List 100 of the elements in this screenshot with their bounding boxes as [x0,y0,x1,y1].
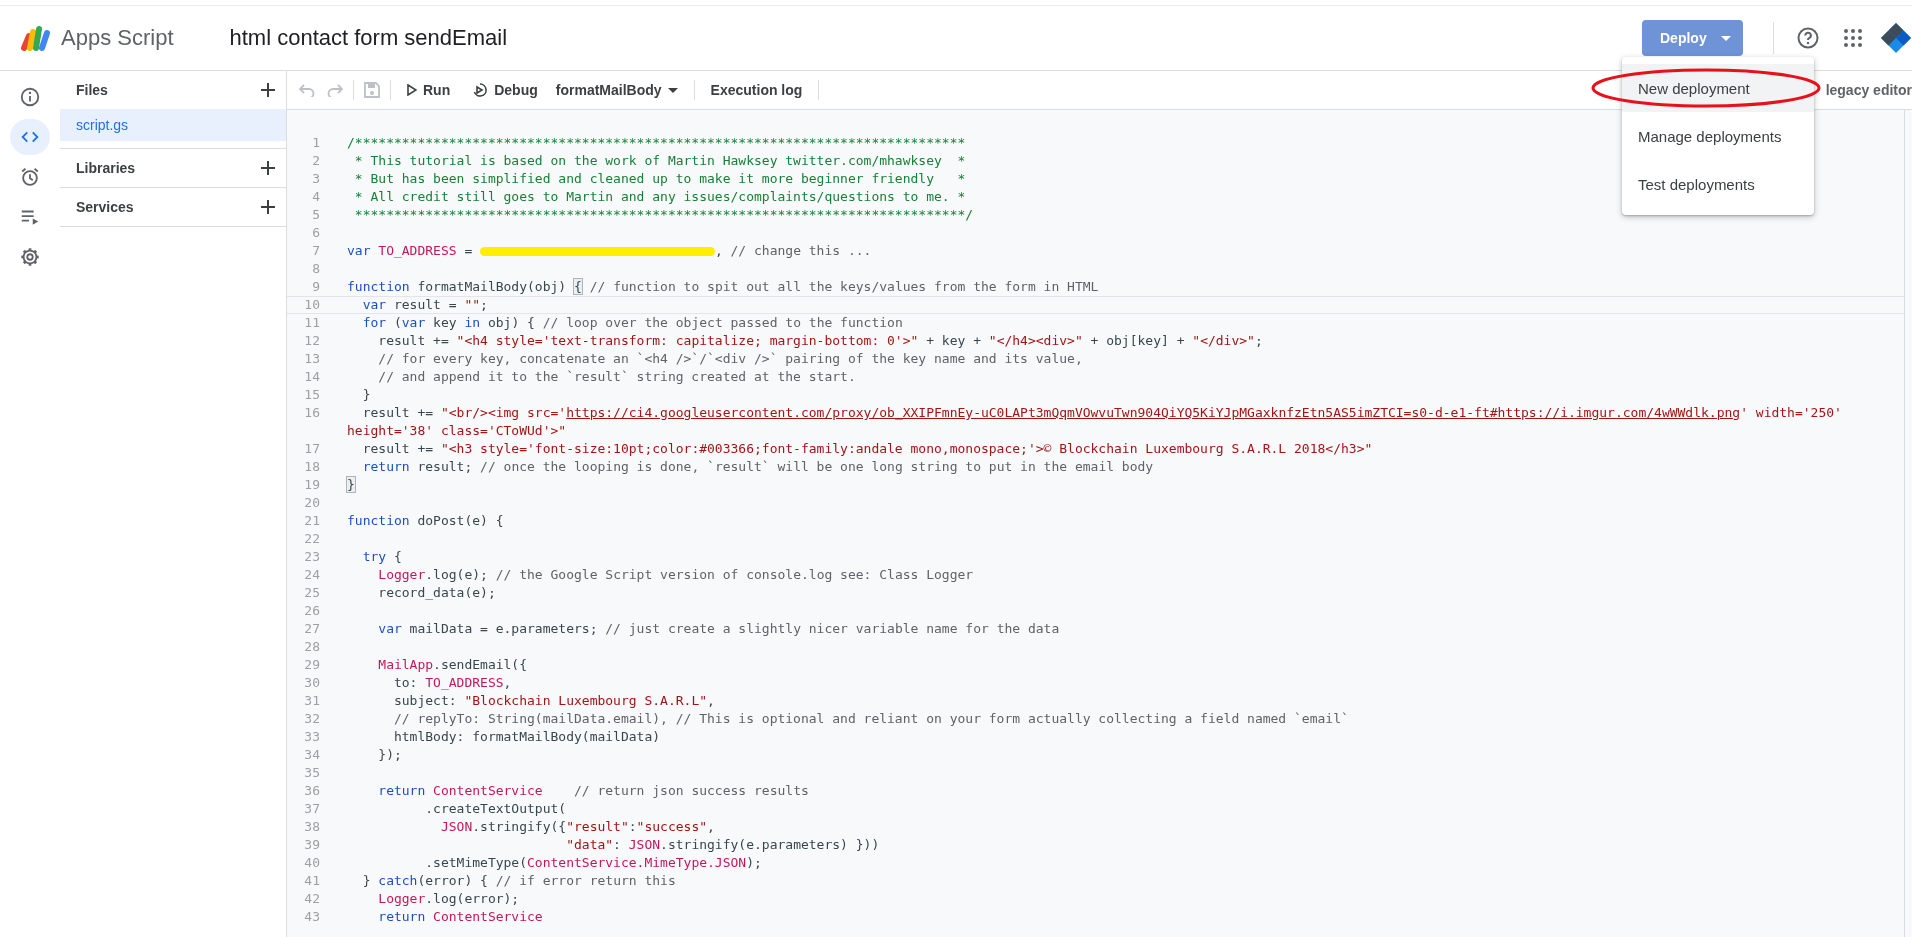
file-item[interactable]: script.gs [60,109,286,141]
line-number: 23 [303,548,321,566]
info-icon [19,86,41,108]
line-number: 31 [303,692,321,710]
run-button[interactable]: Run [401,78,457,102]
line-number: 32 [303,710,321,728]
line-number: 28 [303,638,321,656]
code-line: for (var key in obj) { // loop over the object passed to the function [361,314,903,332]
execution-log-button[interactable]: Execution log [704,78,809,102]
code-line: JSON.stringify({"result":"success", [439,818,715,836]
caret-icon [667,87,678,93]
line-number: 6 [311,224,321,242]
line-number: 27 [303,620,321,638]
code-line: .createTextOutput( [424,800,567,818]
code-line: "data": JSON.stringify(e.parameters) })) [565,836,880,854]
code-line: function doPost(e) { [347,512,504,530]
line-number: 7 [311,242,321,260]
line-number: 12 [303,332,321,350]
code-line: subject: "Blockchain Luxembourg S.A.R.L", [392,692,715,710]
line-number: 14 [303,368,321,386]
line-number: 4 [311,188,321,206]
code-line: // and append it to the `result` string created at the start. [377,368,856,386]
menu-item[interactable]: Test deployments [1622,160,1814,208]
code-line: * But has been simplified and cleaned up to make it more beginner friendly * [353,170,966,188]
line-number: 21 [303,512,321,530]
line-number: 39 [303,836,321,854]
code-line: /****************************************************************************** [347,134,966,152]
line-number: 9 [311,278,321,296]
legacy-editor-link[interactable]: legacy editor [1825,82,1912,98]
line-number: 33 [303,728,321,746]
section-title: Files [76,82,108,98]
caret-icon [1720,35,1731,41]
code-line: }); [377,746,402,764]
code-line: * This tutorial is based on the work of Martin Hawksey twitter.com/mhawksey * [353,152,966,170]
plus-icon[interactable] [260,160,276,176]
plus-icon[interactable] [260,82,276,98]
apps-grid-icon[interactable] [1844,29,1862,47]
line-number: 41 [303,872,321,890]
line-number: 5 [311,206,321,224]
help-icon[interactable] [1796,26,1820,50]
line-number: 37 [303,800,321,818]
line-number: 16 [303,404,321,422]
line-number: 22 [303,530,321,548]
code-line: to: TO_ADDRESS, [392,674,512,692]
line-number: 15 [303,386,321,404]
plus-icon[interactable] [260,199,276,215]
line-number: 35 [303,764,321,782]
apps-script-logo-icon [20,24,52,52]
code-line: record_data(e); [377,584,496,602]
code-line: try { [361,548,402,566]
code-line: // for every key, concatenate an `<h4 />`/`<div />` pairing of the key name and its value, [377,350,1083,368]
line-number: 13 [303,350,321,368]
line-number: 42 [303,890,321,908]
line-number: 36 [303,782,321,800]
code-line: function formatMailBody(obj) { // function to spit out all the keys/values from the form in HTML [347,278,1099,296]
line-number: 11 [303,314,321,332]
line-number: 20 [303,494,321,512]
code-line: var TO_ADDRESS = , // change this ... [347,242,872,260]
code-line: ******************************************************************************/ [353,206,974,224]
play-icon [407,84,417,96]
line-number: 25 [303,584,321,602]
code-line: result += "<h4 style='text-transform: capitalize; margin-bottom: 0'>" + key + "</h4><div>" + obj[key] + "</div>"; [377,332,1263,350]
code-line: } catch(error) { // if error return this [361,872,676,890]
code-line: htmlBody: formatMailBody(mailData) [392,728,661,746]
code-line: var mailData = e.parameters; // just create a slightly nicer variable name for the data [377,620,1060,638]
diamond-logo-icon[interactable] [1880,22,1912,54]
function-dropdown[interactable]: formatMailBody [549,78,684,102]
section-title: Services [76,199,134,215]
debug-icon [472,82,489,98]
project-title[interactable]: html contact form sendEmail [229,25,508,51]
line-number: 19 [303,476,321,494]
line-number: 40 [303,854,321,872]
code-line: } [361,386,371,404]
code-line: var result = ""; [361,296,488,314]
section-title: Libraries [76,160,136,176]
code-line: * All credit still goes to Martin and any issues/complaints/questions to me. * [353,188,966,206]
code-line: Logger.log(error); [377,890,520,908]
debug-button[interactable]: Debug [466,78,544,102]
line-number: 43 [303,908,321,926]
line-number: 24 [303,566,321,584]
line-number: 3 [311,170,321,188]
line-number: 34 [303,746,321,764]
code-line: return result; // once the looping is done, `result` will be one long string to put in the email body [361,458,1154,476]
code-line: result += "<h3 style='font-size:10pt;color:#003366;font-family:andale mono,monospace;'>© Blockchain Luxembourg S.A.R.L 2018</h3>" [361,440,1373,458]
code-link[interactable]: https://ci4.googleusercontent.com/proxy/ob_XXIPFmnEy-uC0LAPt3mQqmVOwvuTwn904QiYQ5KiYJpMGaxknfzEtn5AS5imZTCI=s0-d-e1-ft#https://i.imgur.com/4wWWdlk.png [566,405,1741,420]
alarm-clock-icon [19,166,41,188]
settings-icon [19,246,41,268]
line-number: 17 [303,440,321,458]
line-number: 29 [303,656,321,674]
line-number: 10 [303,296,321,314]
code-line: return ContentService // return json success results [377,782,809,800]
line-number: 30 [303,674,321,692]
code-line: result += "<br/><img src='https://ci4.googleusercontent.com/proxy/ob_XXIPFmnEy-uC0LAPt3mQqmVOwvuTwn904QiYQ5KiYJpMGaxknfzEtn5AS5imZTCI=s0-d-e1-ft#https://i.imgur.com/4wWWdlk.png' width='250' height='38' class='CToWUd'>" [347,404,1842,440]
code-line: .setMimeType(ContentService.MimeType.JSON); [424,854,762,872]
app-name: Apps Script [61,25,174,51]
line-number: 1 [311,134,321,152]
nav-rail-button[interactable] [10,119,50,155]
menu-item[interactable]: Manage deployments [1622,112,1814,160]
line-number: 26 [303,602,321,620]
code-line: // replyTo: String(mailData.email), // This is optional and reliant on your form actually collecting a field named `email` [392,710,1349,728]
